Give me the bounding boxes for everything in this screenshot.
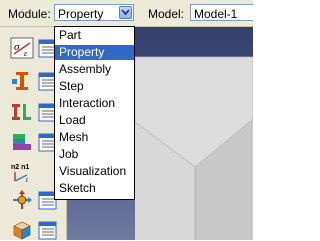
module-option-assembly[interactable]: Assembly: [55, 62, 134, 77]
model-select[interactable]: Model-1: [190, 4, 253, 21]
assign-section-icon[interactable]: [10, 131, 34, 153]
chevron-down-icon: [121, 9, 130, 16]
module-option-sketch[interactable]: Sketch: [55, 181, 134, 196]
model-select-value: Model-1: [194, 7, 238, 21]
create-section-icon[interactable]: [10, 70, 34, 92]
assign-orientation-icon[interactable]: n2 n1 t: [10, 161, 34, 183]
svg-text:t: t: [26, 176, 29, 183]
module-option-step[interactable]: Step: [55, 79, 134, 94]
module-dropdown-button[interactable]: [119, 6, 132, 19]
module-option-part[interactable]: Part: [55, 28, 134, 43]
context-bar: Module: Property Model: Model-1: [0, 0, 253, 27]
create-material-icon[interactable]: σ ε: [10, 37, 34, 59]
model-label: Model:: [148, 7, 185, 21]
module-option-load[interactable]: Load: [55, 113, 134, 128]
module-option-mesh[interactable]: Mesh: [55, 130, 134, 145]
create-profile-icon[interactable]: [10, 101, 34, 123]
svg-text:n2 n1: n2 n1: [11, 164, 29, 171]
create-inertia-icon[interactable]: [10, 219, 34, 241]
module-dropdown-list: Part Property Assembly Step Interaction …: [54, 26, 135, 200]
module-option-property[interactable]: Property: [55, 45, 134, 60]
module-select-value: Property: [58, 7, 104, 21]
module-label: Module:: [8, 7, 51, 21]
module-select[interactable]: Property: [54, 4, 134, 21]
inertia-manager-icon[interactable]: [38, 221, 58, 241]
module-option-interaction[interactable]: Interaction: [55, 96, 134, 111]
module-option-job[interactable]: Job: [55, 147, 134, 162]
assign-beam-orientation-icon[interactable]: [10, 189, 34, 211]
module-option-visualization[interactable]: Visualization: [55, 164, 134, 179]
